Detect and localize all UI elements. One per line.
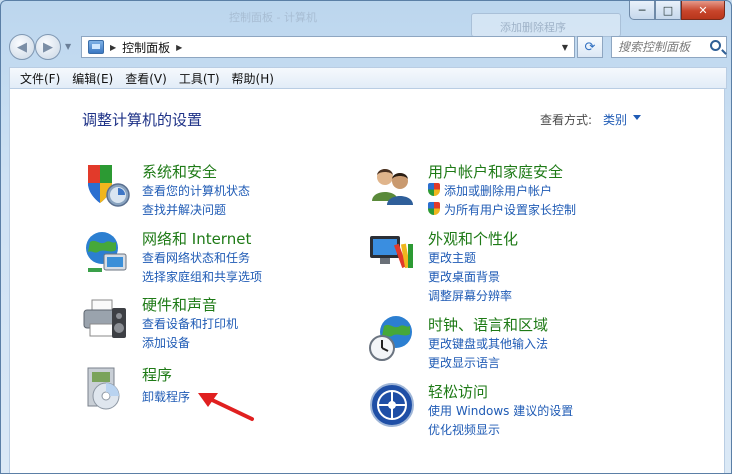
background-window-text: 添加删除程序 — [500, 21, 566, 34]
view-by-dropdown[interactable]: 类别 — [603, 111, 627, 128]
recent-pages-dropdown[interactable]: ▼ — [65, 42, 71, 51]
menu-file[interactable]: 文件(F) — [14, 70, 66, 87]
link-add-remove-users[interactable]: 添加或删除用户帐户 — [428, 182, 552, 199]
category-title[interactable]: 外观和个性化 — [428, 228, 518, 249]
category-title[interactable]: 程序 — [142, 364, 172, 385]
maximize-button[interactable]: □ — [655, 1, 681, 20]
main-content: 调整计算机的设置 查看方式: 类别 系统和安全 查看您的计算机状态 查找并解决问… — [9, 89, 725, 473]
link-homegroup-sharing[interactable]: 选择家庭组和共享选项 — [142, 268, 262, 285]
shield-monitor-icon[interactable] — [82, 161, 130, 209]
forward-button[interactable]: ▶ — [35, 34, 61, 60]
uac-shield-icon — [428, 202, 440, 215]
link-troubleshoot[interactable]: 查找并解决问题 — [142, 201, 226, 218]
category-title[interactable]: 轻松访问 — [428, 381, 488, 402]
link-windows-recommended[interactable]: 使用 Windows 建议的设置 — [428, 402, 573, 419]
address-dropdown-icon[interactable]: ▼ — [562, 43, 568, 52]
menu-tools[interactable]: 工具(T) — [173, 70, 226, 87]
refresh-icon: ⟳ — [584, 39, 596, 55]
network-globe-icon[interactable] — [82, 228, 130, 276]
link-optimize-display[interactable]: 优化视频显示 — [428, 421, 500, 438]
link-text: 为所有用户设置家长控制 — [444, 203, 577, 217]
category-title[interactable]: 网络和 Internet — [142, 228, 251, 249]
page-title: 调整计算机的设置 — [82, 111, 203, 129]
users-icon[interactable] — [368, 161, 416, 209]
link-view-computer-status[interactable]: 查看您的计算机状态 — [142, 182, 250, 199]
category-title[interactable]: 时钟、语言和区域 — [428, 314, 548, 335]
breadcrumb-control-panel[interactable]: 控制面板 — [122, 39, 170, 56]
menu-help[interactable]: 帮助(H) — [226, 70, 280, 87]
link-change-theme[interactable]: 更改主题 — [428, 249, 476, 266]
monitor-palette-icon[interactable] — [368, 228, 416, 276]
refresh-button[interactable]: ⟳ — [577, 36, 603, 58]
view-by-label: 查看方式: — [540, 113, 593, 127]
caption-buttons: ─ □ ✕ — [629, 1, 725, 20]
search-icon[interactable] — [710, 40, 721, 51]
menu-view[interactable]: 查看(V) — [119, 70, 173, 87]
address-bar[interactable]: ▶ 控制面板 ▶ ▼ — [81, 36, 575, 58]
annotation-arrow-icon — [198, 393, 254, 421]
category-ease-of-access: 轻松访问 使用 Windows 建议的设置 优化视频显示 — [368, 381, 668, 437]
category-appearance: 外观和个性化 更改主题 更改桌面背景 调整屏幕分辨率 — [368, 228, 668, 303]
link-screen-resolution[interactable]: 调整屏幕分辨率 — [428, 287, 512, 304]
close-button[interactable]: ✕ — [681, 1, 725, 20]
programs-disc-icon[interactable] — [82, 364, 130, 412]
background-window-title: 控制面板 - 计算机 — [229, 11, 317, 24]
category-hardware-sound: 硬件和声音 查看设备和打印机 添加设备 — [82, 294, 322, 350]
breadcrumb-separator-icon[interactable]: ▶ — [110, 43, 116, 52]
link-change-display-language[interactable]: 更改显示语言 — [428, 354, 500, 371]
arrow-right-icon: ▶ — [43, 39, 53, 55]
control-panel-icon — [88, 40, 104, 54]
breadcrumb-separator-icon[interactable]: ▶ — [176, 43, 182, 52]
uac-shield-icon — [428, 183, 440, 196]
link-add-device[interactable]: 添加设备 — [142, 334, 190, 351]
view-by-arrow-icon[interactable] — [633, 115, 641, 120]
search-input[interactable] — [618, 40, 708, 54]
back-button[interactable]: ◀ — [9, 34, 35, 60]
category-title[interactable]: 用户帐户和家庭安全 — [428, 161, 563, 182]
clock-globe-icon[interactable] — [368, 314, 416, 362]
link-network-status[interactable]: 查看网络状态和任务 — [142, 249, 250, 266]
link-parental-controls[interactable]: 为所有用户设置家长控制 — [428, 201, 576, 218]
category-system-security: 系统和安全 查看您的计算机状态 查找并解决问题 — [82, 161, 322, 217]
link-change-background[interactable]: 更改桌面背景 — [428, 268, 500, 285]
link-uninstall-program[interactable]: 卸载程序 — [142, 388, 190, 405]
category-title[interactable]: 硬件和声音 — [142, 294, 217, 315]
printer-speaker-icon[interactable] — [82, 294, 130, 342]
link-text: 添加或删除用户帐户 — [444, 184, 553, 198]
minimize-button[interactable]: ─ — [629, 1, 655, 20]
category-clock-language-region: 时钟、语言和区域 更改键盘或其他输入法 更改显示语言 — [368, 314, 668, 370]
control-panel-window: 控制面板 - 计算机 添加删除程序 ─ □ ✕ ◀ ▶ ▼ ▶ 控制面板 ▶ ▼… — [0, 0, 732, 474]
link-change-keyboard[interactable]: 更改键盘或其他输入法 — [428, 335, 548, 352]
menu-bar: 文件(F) 编辑(E) 查看(V) 工具(T) 帮助(H) — [9, 67, 727, 89]
menu-edit[interactable]: 编辑(E) — [66, 70, 119, 87]
navigation-bar: ◀ ▶ ▼ ▶ 控制面板 ▶ ▼ ⟳ — [7, 34, 727, 60]
ease-of-access-icon[interactable] — [368, 381, 416, 429]
link-devices-printers[interactable]: 查看设备和打印机 — [142, 315, 238, 332]
arrow-left-icon: ◀ — [17, 39, 27, 55]
category-network-internet: 网络和 Internet 查看网络状态和任务 选择家庭组和共享选项 — [82, 228, 322, 284]
category-user-accounts: 用户帐户和家庭安全 添加或删除用户帐户 为所有用户设置家长控制 — [368, 161, 668, 217]
search-box[interactable] — [611, 36, 727, 58]
category-title[interactable]: 系统和安全 — [142, 161, 217, 182]
